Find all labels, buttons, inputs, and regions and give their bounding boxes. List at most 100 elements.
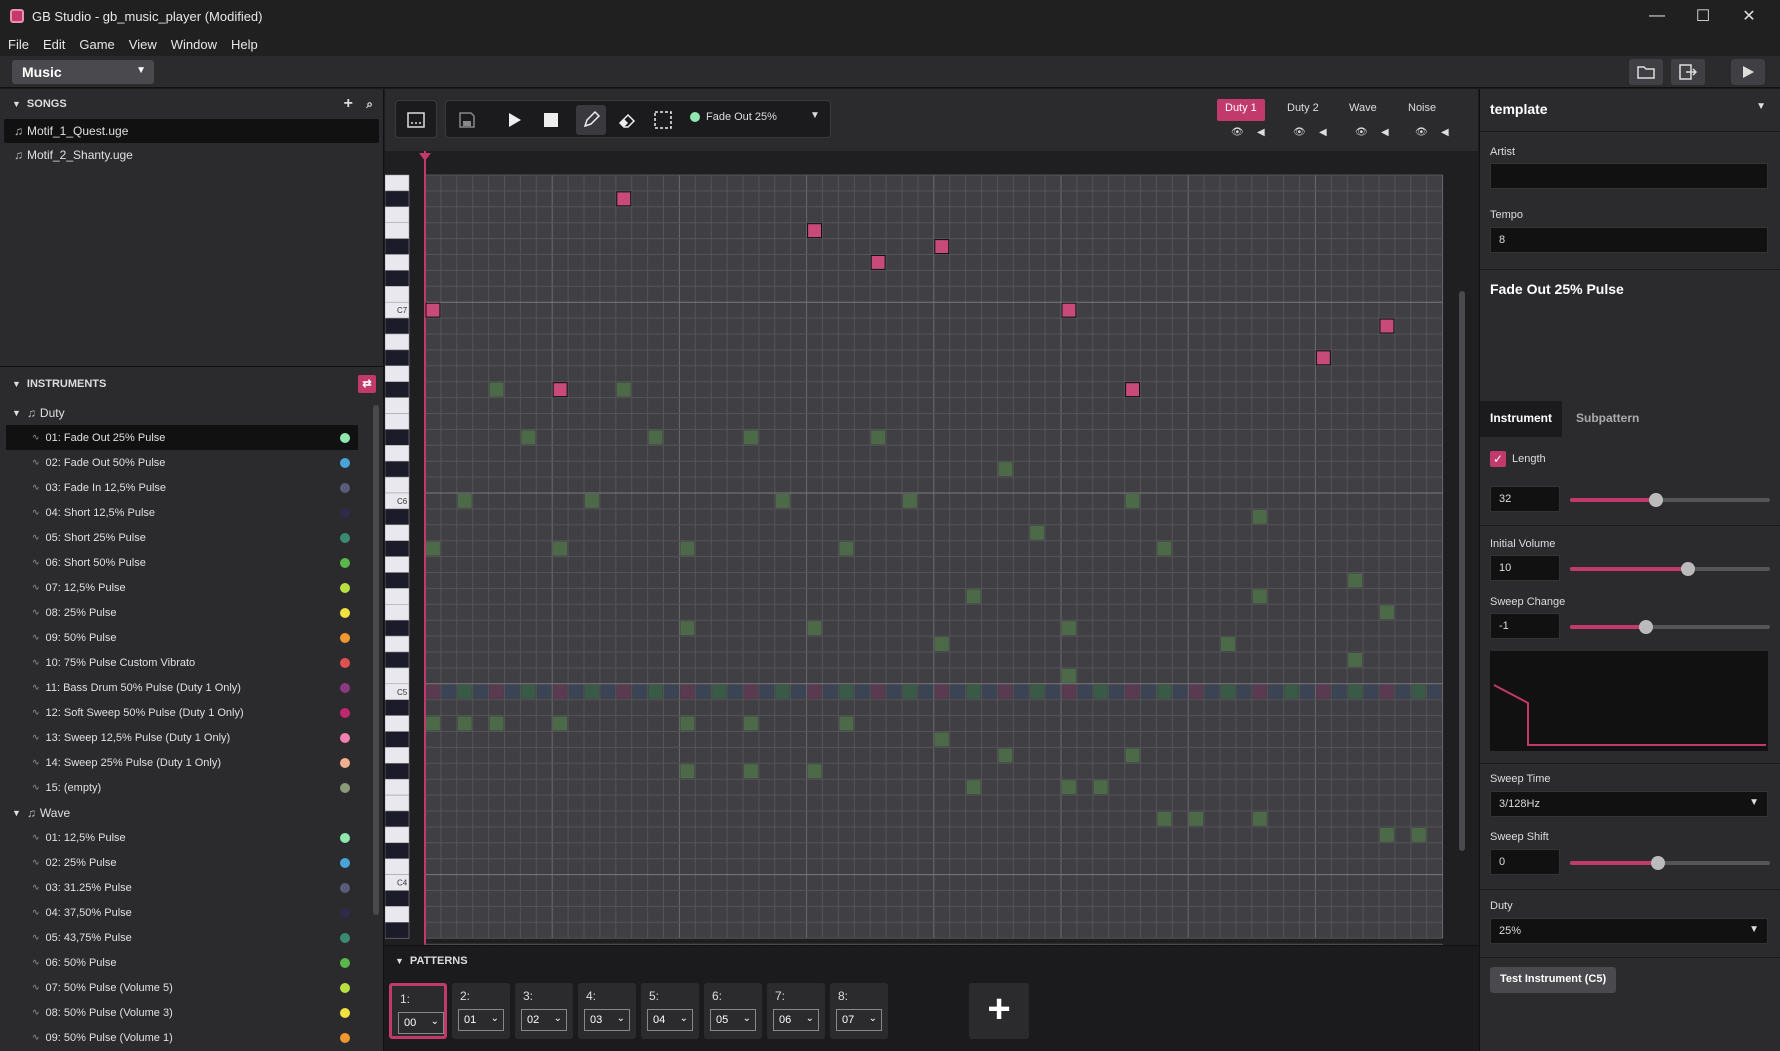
pencil-tool-button[interactable]: [576, 105, 606, 135]
menu-view[interactable]: View: [129, 37, 157, 52]
tab-wave[interactable]: Wave: [1341, 99, 1385, 121]
instrument-item[interactable]: ∿ 06: 50% Pulse: [6, 950, 358, 975]
maximize-button[interactable]: ☐: [1680, 0, 1726, 32]
sweep-change-input[interactable]: -1: [1490, 613, 1560, 639]
pattern-select[interactable]: 06 ⌄: [773, 1009, 819, 1031]
instrument-item[interactable]: ∿ 01: 12,5% Pulse: [6, 825, 358, 850]
search-icon[interactable]: ⌕: [366, 97, 373, 112]
initial-volume-input[interactable]: 10: [1490, 555, 1560, 581]
length-slider[interactable]: [1570, 493, 1770, 507]
swap-icon[interactable]: ⇄: [358, 375, 376, 393]
eye-icon[interactable]: 👁: [1415, 127, 1428, 138]
menu-window[interactable]: Window: [171, 37, 217, 52]
pattern-slot[interactable]: 2: 01 ⌄: [452, 983, 510, 1039]
menu-game[interactable]: Game: [79, 37, 114, 52]
pattern-select[interactable]: 02 ⌄: [521, 1009, 567, 1031]
instrument-item[interactable]: ∿ 03: Fade In 12,5% Pulse: [6, 475, 358, 500]
initial-volume-slider[interactable]: [1570, 562, 1770, 576]
chevron-down-icon[interactable]: ▼: [810, 110, 820, 121]
pattern-select[interactable]: 05 ⌄: [710, 1009, 756, 1031]
song-item[interactable]: ♫ Motif_1_Quest.uge: [4, 119, 379, 143]
pattern-slot[interactable]: 6: 05 ⌄: [704, 983, 762, 1039]
songs-header[interactable]: ▼ SONGS + ⌕: [0, 89, 383, 119]
close-button[interactable]: ✕: [1726, 0, 1772, 32]
tempo-input[interactable]: 8: [1490, 227, 1768, 253]
select-tool-button[interactable]: [648, 105, 678, 135]
instrument-scrollbar[interactable]: [373, 405, 379, 915]
instrument-item[interactable]: ∿ 02: Fade Out 50% Pulse: [6, 450, 358, 475]
instrument-item[interactable]: ∿ 11: Bass Drum 50% Pulse (Duty 1 Only): [6, 675, 358, 700]
tab-duty-2[interactable]: Duty 2: [1279, 99, 1327, 121]
pattern-slot[interactable]: 8: 07 ⌄: [830, 983, 888, 1039]
instrument-item[interactable]: ∿ 08: 25% Pulse: [6, 600, 358, 625]
instrument-item[interactable]: ∿ 07: 50% Pulse (Volume 5): [6, 975, 358, 1000]
instrument-item[interactable]: ∿ 09: 50% Pulse (Volume 1): [6, 1025, 358, 1050]
speaker-icon[interactable]: ◀: [1381, 127, 1389, 138]
run-game-button[interactable]: [1731, 59, 1765, 85]
save-button[interactable]: [452, 105, 482, 135]
menu-file[interactable]: File: [8, 37, 29, 52]
tab-subpattern[interactable]: Subpattern: [1566, 401, 1649, 437]
piano-roll[interactable]: C7C6C5C4⚒: [385, 151, 1478, 1031]
sweep-shift-slider[interactable]: [1570, 856, 1770, 870]
instrument-item[interactable]: ∿ 01: Fade Out 25% Pulse: [6, 425, 358, 450]
stop-button[interactable]: [536, 105, 566, 135]
add-pattern-button[interactable]: +: [969, 983, 1029, 1039]
instrument-item[interactable]: ∿ 04: Short 12,5% Pulse: [6, 500, 358, 525]
tab-noise[interactable]: Noise: [1400, 99, 1444, 121]
sweep-time-select[interactable]: 3/128Hz ▼: [1490, 791, 1768, 817]
pattern-select[interactable]: 03 ⌄: [584, 1009, 630, 1031]
pattern-select[interactable]: 07 ⌄: [836, 1009, 882, 1031]
instrument-group-wave[interactable]: ▼ ♫ Wave: [0, 800, 372, 825]
sweep-shift-input[interactable]: 0: [1490, 849, 1560, 875]
speaker-icon[interactable]: ◀: [1319, 127, 1327, 138]
export-button[interactable]: [1671, 59, 1705, 85]
instrument-select[interactable]: Fade Out 25%: [706, 111, 777, 123]
instrument-item[interactable]: ∿ 13: Sweep 12,5% Pulse (Duty 1 Only): [6, 725, 358, 750]
duty-select[interactable]: 25% ▼: [1490, 918, 1768, 944]
tab-instrument[interactable]: Instrument: [1480, 401, 1563, 437]
instrument-item[interactable]: ∿ 02: 25% Pulse: [6, 850, 358, 875]
pattern-slot[interactable]: 3: 02 ⌄: [515, 983, 573, 1039]
view-toggle-button[interactable]: [401, 105, 431, 135]
eye-icon[interactable]: 👁: [1355, 127, 1368, 138]
menu-help[interactable]: Help: [231, 37, 258, 52]
instrument-item[interactable]: ∿ 10: 75% Pulse Custom Vibrato: [6, 650, 358, 675]
length-input[interactable]: 32: [1490, 486, 1560, 512]
instruments-header[interactable]: ▼ INSTRUMENTS ⇄: [0, 369, 384, 399]
section-select[interactable]: Music ▼: [12, 60, 154, 84]
eraser-tool-button[interactable]: [612, 105, 642, 135]
chevron-down-icon[interactable]: ▼: [1756, 101, 1766, 112]
pattern-slot[interactable]: 7: 06 ⌄: [767, 983, 825, 1039]
open-folder-button[interactable]: [1629, 59, 1663, 85]
pattern-select[interactable]: 01 ⌄: [458, 1009, 504, 1031]
song-name[interactable]: template: [1490, 101, 1548, 117]
sweep-change-slider[interactable]: [1570, 620, 1770, 634]
minimize-button[interactable]: —: [1634, 0, 1680, 32]
speaker-icon[interactable]: ◀: [1441, 127, 1449, 138]
instrument-item[interactable]: ∿ 06: Short 50% Pulse: [6, 550, 358, 575]
instrument-item[interactable]: ∿ 08: 50% Pulse (Volume 3): [6, 1000, 358, 1025]
length-checkbox[interactable]: ✓: [1490, 451, 1506, 467]
menu-edit[interactable]: Edit: [43, 37, 65, 52]
tab-duty-1[interactable]: Duty 1: [1217, 99, 1265, 121]
instrument-item[interactable]: ∿ 03: 31.25% Pulse: [6, 875, 358, 900]
pattern-slot[interactable]: 1: 00 ⌄: [389, 983, 447, 1039]
speaker-icon[interactable]: ◀: [1257, 127, 1265, 138]
patterns-header[interactable]: ▼ PATTERNS: [395, 955, 468, 967]
pattern-select[interactable]: 00 ⌄: [398, 1012, 444, 1034]
eye-icon[interactable]: 👁: [1231, 127, 1244, 138]
instrument-item[interactable]: ∿ 05: Short 25% Pulse: [6, 525, 358, 550]
instrument-item[interactable]: ∿ 09: 50% Pulse: [6, 625, 358, 650]
instrument-group-duty[interactable]: ▼ ♫ Duty: [0, 400, 372, 425]
play-button[interactable]: [500, 105, 530, 135]
instrument-item[interactable]: ∿ 05: 43,75% Pulse: [6, 925, 358, 950]
pattern-slot[interactable]: 4: 03 ⌄: [578, 983, 636, 1039]
artist-input[interactable]: [1490, 163, 1768, 189]
instrument-item[interactable]: ∿ 07: 12,5% Pulse: [6, 575, 358, 600]
instrument-item[interactable]: ∿ 15: (empty): [6, 775, 358, 800]
instrument-item[interactable]: ∿ 04: 37,50% Pulse: [6, 900, 358, 925]
add-song-icon[interactable]: +: [344, 95, 353, 113]
instrument-item[interactable]: ∿ 12: Soft Sweep 50% Pulse (Duty 1 Only): [6, 700, 358, 725]
pattern-select[interactable]: 04 ⌄: [647, 1009, 693, 1031]
